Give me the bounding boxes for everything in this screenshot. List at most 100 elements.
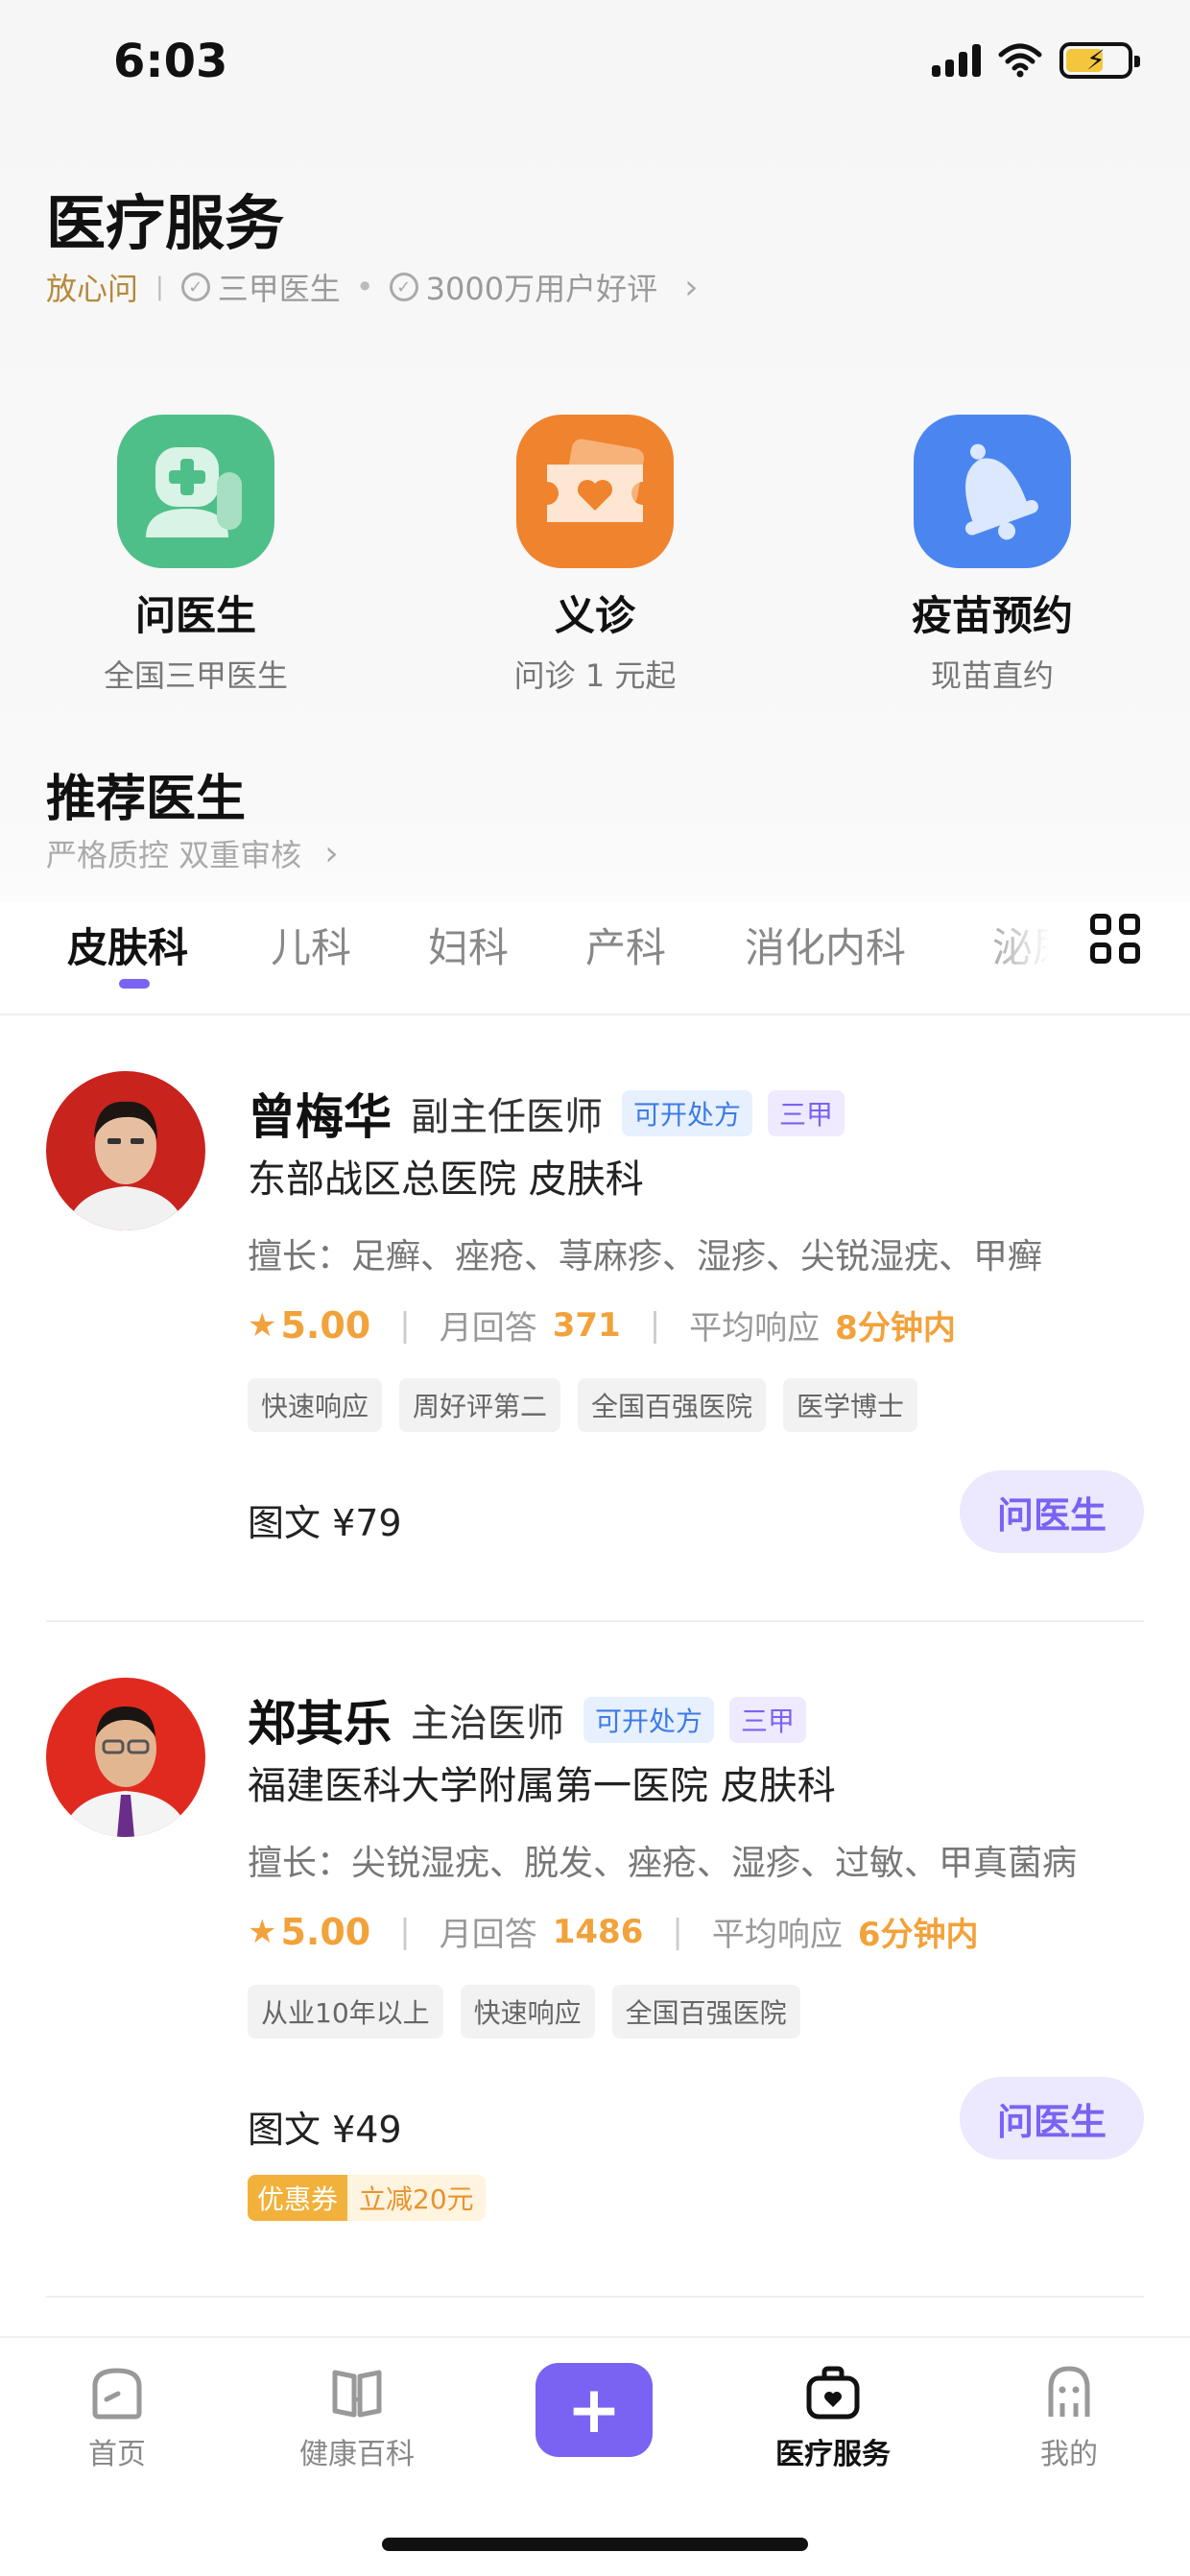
doctor-tag: 全国百强医院 [611, 1985, 800, 2039]
signal-icon [932, 44, 981, 77]
battery-icon: ⚡ [1059, 42, 1140, 79]
response-time-value: 6分钟内 [857, 1916, 979, 1954]
doctor-name: 曾梅华 [248, 1089, 392, 1145]
doctor-specialty: 擅长：足癣、痤疮、荨麻疹、湿疹、尖锐湿疣、甲癣 [248, 1237, 1043, 1276]
doctor-name: 郑其乐 [248, 1696, 392, 1752]
doctor-rating: 5.00 [280, 1303, 371, 1347]
doctor-rating: 5.00 [280, 1910, 371, 1953]
home-indicator [382, 2538, 808, 2551]
avatar [46, 1678, 205, 1837]
bell-icon [914, 415, 1071, 568]
doctor-title: 副主任医师 [411, 1095, 603, 1139]
service-desc: 问诊 1 元起 [513, 657, 677, 694]
avatar [46, 1071, 205, 1230]
section-subtitle: 严格质控 双重审核 [46, 837, 302, 873]
doctor-header: 曾梅华 副主任医师 可开处方 三甲 [248, 1079, 845, 1148]
doctor-icon [117, 415, 274, 568]
nav-label: 我的 [1040, 2438, 1098, 2471]
service-desc: 全国三甲医生 [103, 657, 288, 694]
nav-label: 首页 [88, 2438, 146, 2471]
service-name: 问医生 [134, 592, 256, 639]
response-time-label: 平均响应 [711, 1916, 843, 1954]
ask-doctor-button[interactable]: 问医生 [960, 2077, 1144, 2159]
service-name: 疫苗预约 [911, 592, 1073, 639]
book-icon [327, 2363, 387, 2422]
doctor-title: 主治医师 [411, 1702, 564, 1746]
tab-dermatology[interactable]: 皮肤科 [67, 916, 188, 974]
add-button[interactable]: + [536, 2363, 653, 2457]
ticket-heart-icon [516, 415, 674, 568]
prescription-badge: 可开处方 [583, 1697, 715, 1743]
chevron-right-icon: › [684, 267, 699, 307]
dot-separator: • [355, 269, 374, 305]
monthly-answers-label: 月回答 [439, 1309, 537, 1348]
nav-health-wiki[interactable]: 健康百科 [271, 2363, 443, 2472]
tab-gynecology[interactable]: 妇科 [428, 916, 509, 974]
tab-obstetrics[interactable]: 产科 [585, 916, 666, 974]
service-vaccine[interactable]: 疫苗预约 现苗直约 [848, 415, 1136, 696]
coupon-text: 立减20元 [347, 2175, 486, 2221]
section-subtitle-link[interactable]: 严格质控 双重审核 › [46, 831, 339, 875]
tab-fade [969, 912, 1084, 989]
response-time-label: 平均响应 [689, 1309, 821, 1348]
doctor-tags: 快速响应 周好评第二 全国百强医院 医学博士 [248, 1378, 918, 1432]
doctor-tag: 快速响应 [248, 1378, 383, 1432]
section-title: 推荐医生 [46, 771, 247, 828]
divider: | [672, 1912, 683, 1951]
response-time-value: 8分钟内 [835, 1309, 956, 1348]
chevron-right-icon: › [324, 833, 339, 873]
trust-badge-2: 3000万用户好评 [425, 271, 658, 307]
active-tab-indicator [119, 979, 150, 989]
grade-badge: 三甲 [729, 1697, 807, 1743]
monthly-answers-value: 371 [552, 1305, 621, 1345]
doctor-hospital: 福建医科大学附属第一医院 皮肤科 [248, 1764, 836, 1808]
medical-bag-icon [803, 2363, 863, 2422]
doctor-hospital: 东部战区总医院 皮肤科 [248, 1157, 644, 1202]
divider: | [155, 273, 164, 301]
doctor-specialty: 擅长：尖锐湿疣、脱发、痤疮、湿疹、过敏、甲真菌病 [248, 1844, 1078, 1883]
doctor-tag: 周好评第二 [399, 1378, 561, 1432]
nav-profile[interactable]: 我的 [983, 2363, 1155, 2472]
divider: | [649, 1305, 661, 1345]
wifi-icon [998, 43, 1042, 78]
check-icon: ✓ [180, 273, 210, 301]
tab-gastroenterology[interactable]: 消化内科 [745, 916, 906, 974]
ask-doctor-button[interactable]: 问医生 [960, 1470, 1144, 1553]
doctor-stats: ★ 5.00 | 月回答 1486 | 平均响应 6分钟内 [248, 1908, 979, 1955]
doctor-stats: ★ 5.00 | 月回答 371 | 平均响应 8分钟内 [248, 1301, 956, 1348]
nav-home[interactable]: 首页 [31, 2363, 203, 2472]
home-icon [87, 2363, 147, 2422]
grade-badge: 三甲 [768, 1090, 845, 1136]
monthly-answers-value: 1486 [552, 1912, 644, 1951]
services-grid: 问医生 全国三甲医生 义诊 问诊 1 元起 疫苗预约 现苗直约 [0, 415, 1190, 703]
card-divider [46, 1620, 1144, 1622]
grid-menu-icon[interactable] [1090, 914, 1140, 964]
page-title: 医疗服务 [46, 188, 285, 258]
check-icon: ✓ [389, 273, 418, 301]
service-ask-doctor[interactable]: 问医生 全国三甲医生 [52, 415, 340, 696]
trust-badge-1: 三甲医生 [217, 271, 341, 307]
star-icon: ★ [248, 1912, 277, 1951]
nav-label: 医疗服务 [775, 2438, 891, 2471]
tab-pediatrics[interactable]: 儿科 [271, 916, 351, 974]
star-icon: ★ [248, 1305, 277, 1345]
service-name: 义诊 [554, 592, 635, 639]
coupon-label: 优惠券 [248, 2175, 348, 2221]
service-desc: 现苗直约 [930, 657, 1054, 694]
doctor-tag: 医学博士 [783, 1378, 918, 1432]
status-icons: ⚡ [932, 42, 1140, 79]
coupon-badge: 优惠券 立减20元 [248, 2175, 486, 2221]
nav-medical-service[interactable]: 医疗服务 [747, 2363, 919, 2472]
doctor-tag: 全国百强医院 [578, 1378, 767, 1432]
card-divider [46, 2296, 1144, 2298]
brand-label: 放心问 [46, 271, 139, 307]
consult-price: 图文 ¥79 [248, 1502, 402, 1544]
prescription-badge: 可开处方 [622, 1090, 753, 1136]
monthly-answers-label: 月回答 [439, 1916, 537, 1954]
divider: | [399, 1912, 411, 1951]
trust-line[interactable]: 放心问 | ✓ 三甲医生 • ✓ 3000万用户好评 › [46, 265, 699, 309]
divider: | [399, 1305, 411, 1345]
doctor-tags: 从业10年以上 快速响应 全国百强医院 [248, 1985, 800, 2039]
doctor-tag: 从业10年以上 [248, 1985, 443, 2039]
service-free-clinic[interactable]: 义诊 问诊 1 元起 [451, 415, 739, 696]
